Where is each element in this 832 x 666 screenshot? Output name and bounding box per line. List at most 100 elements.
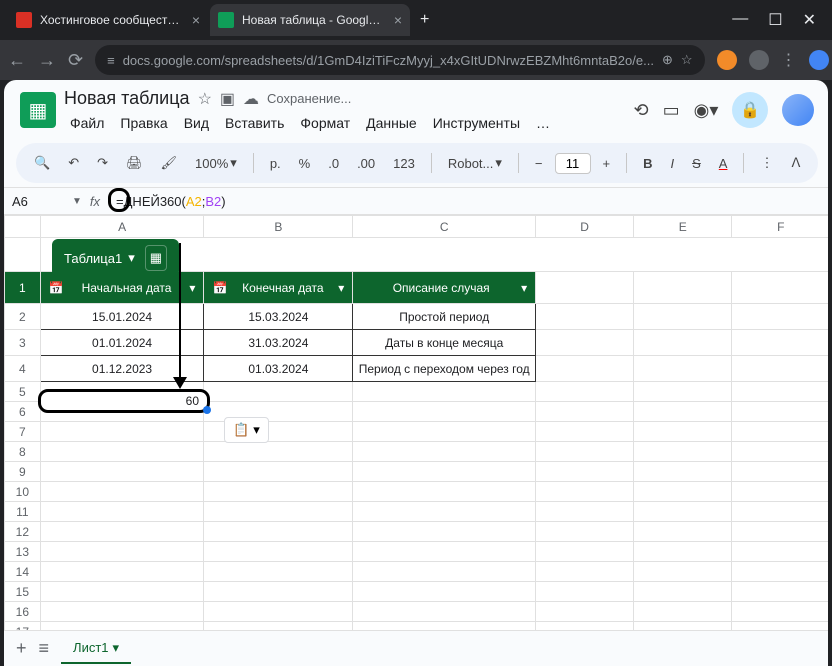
row-header[interactable]: 17: [5, 622, 41, 631]
font-size-decrease[interactable]: −: [529, 152, 549, 175]
more-formats-button[interactable]: 123: [387, 152, 421, 175]
row-header[interactable]: 9: [5, 462, 41, 482]
text-color-button[interactable]: A: [713, 152, 734, 175]
chevron-down-icon[interactable]: ▾: [113, 640, 120, 656]
menu-edit[interactable]: Правка: [114, 111, 173, 135]
row-header[interactable]: 3: [5, 330, 41, 356]
cell[interactable]: 15.03.2024: [204, 304, 353, 330]
profile-icon[interactable]: [809, 50, 829, 70]
avatar[interactable]: [782, 94, 814, 126]
new-tab-button[interactable]: +: [420, 11, 429, 29]
table-name-chip[interactable]: Таблица1 ▾ ▦: [52, 239, 179, 277]
col-header-a[interactable]: A: [40, 216, 204, 238]
doc-title[interactable]: Новая таблица: [64, 88, 190, 109]
zoom-select[interactable]: 100% ▾: [189, 151, 243, 175]
cell[interactable]: Простой период: [353, 304, 536, 330]
menu-insert[interactable]: Вставить: [219, 111, 290, 135]
row-header[interactable]: 10: [5, 482, 41, 502]
close-window-icon[interactable]: ✕: [803, 10, 816, 30]
fill-handle[interactable]: [203, 406, 211, 414]
more-toolbar-icon[interactable]: ⋮: [754, 151, 779, 175]
history-icon[interactable]: ⟲: [634, 100, 649, 121]
selected-cell-a6[interactable]: 60: [38, 389, 210, 413]
extension-icon[interactable]: [717, 50, 737, 70]
row-header[interactable]: 16: [5, 602, 41, 622]
col-header-b[interactable]: B: [204, 216, 353, 238]
share-button[interactable]: 🔒: [732, 92, 768, 128]
font-size-increase[interactable]: +: [597, 152, 617, 175]
collapse-toolbar-icon[interactable]: ᐱ: [785, 151, 806, 175]
name-box-dropdown-icon[interactable]: ▼: [72, 196, 82, 207]
increase-decimal-button[interactable]: .00: [351, 152, 381, 175]
col-header-d[interactable]: D: [536, 216, 634, 238]
close-icon[interactable]: ×: [394, 12, 402, 28]
strikethrough-button[interactable]: S: [686, 152, 707, 175]
row-header[interactable]: 6: [5, 402, 41, 422]
translate-icon[interactable]: ⊕: [662, 52, 673, 68]
url-bar[interactable]: ≡ docs.google.com/spreadsheets/d/1GmD4Iz…: [95, 45, 704, 75]
row-header[interactable]: 2: [5, 304, 41, 330]
table-options-icon[interactable]: ▦: [145, 245, 167, 271]
sheet-tab-1[interactable]: Лист1 ▾: [61, 634, 131, 664]
row-header[interactable]: 15: [5, 582, 41, 602]
row-header[interactable]: 5: [5, 382, 41, 402]
forward-icon[interactable]: →: [38, 50, 56, 71]
bold-button[interactable]: B: [637, 152, 658, 175]
menu-data[interactable]: Данные: [360, 111, 423, 135]
cell[interactable]: 01.03.2024: [204, 356, 353, 382]
formula-input[interactable]: =ДНЕЙ360(A2;B2): [116, 194, 822, 209]
cell[interactable]: Даты в конце месяца: [353, 330, 536, 356]
menu-view[interactable]: Вид: [178, 111, 215, 135]
add-sheet-button[interactable]: +: [16, 638, 27, 659]
meet-icon[interactable]: ◉▾: [694, 100, 719, 121]
col-header-f[interactable]: F: [732, 216, 828, 238]
paste-options-button[interactable]: 📋 ▾: [224, 417, 269, 443]
extension-icon[interactable]: [749, 50, 769, 70]
row-header[interactable]: [5, 238, 41, 272]
move-icon[interactable]: ▣: [220, 89, 235, 109]
bookmark-icon[interactable]: ☆: [681, 52, 693, 68]
col-header-c[interactable]: C: [353, 216, 536, 238]
font-size-input[interactable]: [555, 153, 591, 174]
percent-button[interactable]: %: [293, 152, 317, 175]
undo-icon[interactable]: ↶: [62, 151, 85, 175]
redo-icon[interactable]: ↷: [91, 151, 114, 175]
minimize-icon[interactable]: —: [732, 10, 748, 30]
browser-tab-2[interactable]: Новая таблица - Google Табл ×: [210, 4, 410, 36]
row-header[interactable]: 14: [5, 562, 41, 582]
font-select[interactable]: Robot... ▾: [442, 151, 508, 175]
paint-format-icon[interactable]: 🖌: [155, 151, 184, 175]
site-info-icon[interactable]: ≡: [107, 53, 115, 68]
browser-tab-1[interactable]: Хостинговое сообщество «Tim ×: [8, 4, 208, 36]
all-sheets-button[interactable]: ≡: [39, 638, 50, 659]
star-icon[interactable]: ☆: [198, 89, 212, 109]
col-header-e[interactable]: E: [634, 216, 732, 238]
back-icon[interactable]: ←: [8, 50, 26, 71]
print-icon[interactable]: 🖨: [120, 151, 149, 175]
reload-icon[interactable]: ⟳: [68, 50, 83, 71]
table-header-c[interactable]: Описание случая▾: [353, 272, 536, 304]
menu-format[interactable]: Формат: [294, 111, 356, 135]
close-icon[interactable]: ×: [192, 12, 200, 28]
name-box[interactable]: A6: [12, 194, 72, 209]
row-header[interactable]: 1: [5, 272, 41, 304]
row-header[interactable]: 12: [5, 522, 41, 542]
maximize-icon[interactable]: ☐: [768, 10, 782, 30]
menu-icon[interactable]: ⋮: [781, 50, 797, 70]
row-header[interactable]: 4: [5, 356, 41, 382]
row-header[interactable]: 11: [5, 502, 41, 522]
decrease-decimal-button[interactable]: .0: [322, 152, 345, 175]
currency-button[interactable]: р.: [264, 152, 287, 175]
spreadsheet-grid[interactable]: Таблица1 ▾ ▦ 60 📋 ▾ A B C D E: [4, 215, 828, 630]
row-header[interactable]: 7: [5, 422, 41, 442]
chevron-down-icon[interactable]: ▾: [128, 250, 135, 266]
select-all-cell[interactable]: [5, 216, 41, 238]
menu-file[interactable]: Файл: [64, 111, 110, 135]
italic-button[interactable]: I: [664, 152, 680, 175]
search-menu-icon[interactable]: 🔍: [28, 151, 56, 175]
row-header[interactable]: 13: [5, 542, 41, 562]
cloud-status-icon[interactable]: ☁: [243, 89, 259, 109]
menu-more[interactable]: …: [530, 111, 556, 135]
sheets-logo-icon[interactable]: ▦: [20, 92, 56, 128]
row-header[interactable]: 8: [5, 442, 41, 462]
